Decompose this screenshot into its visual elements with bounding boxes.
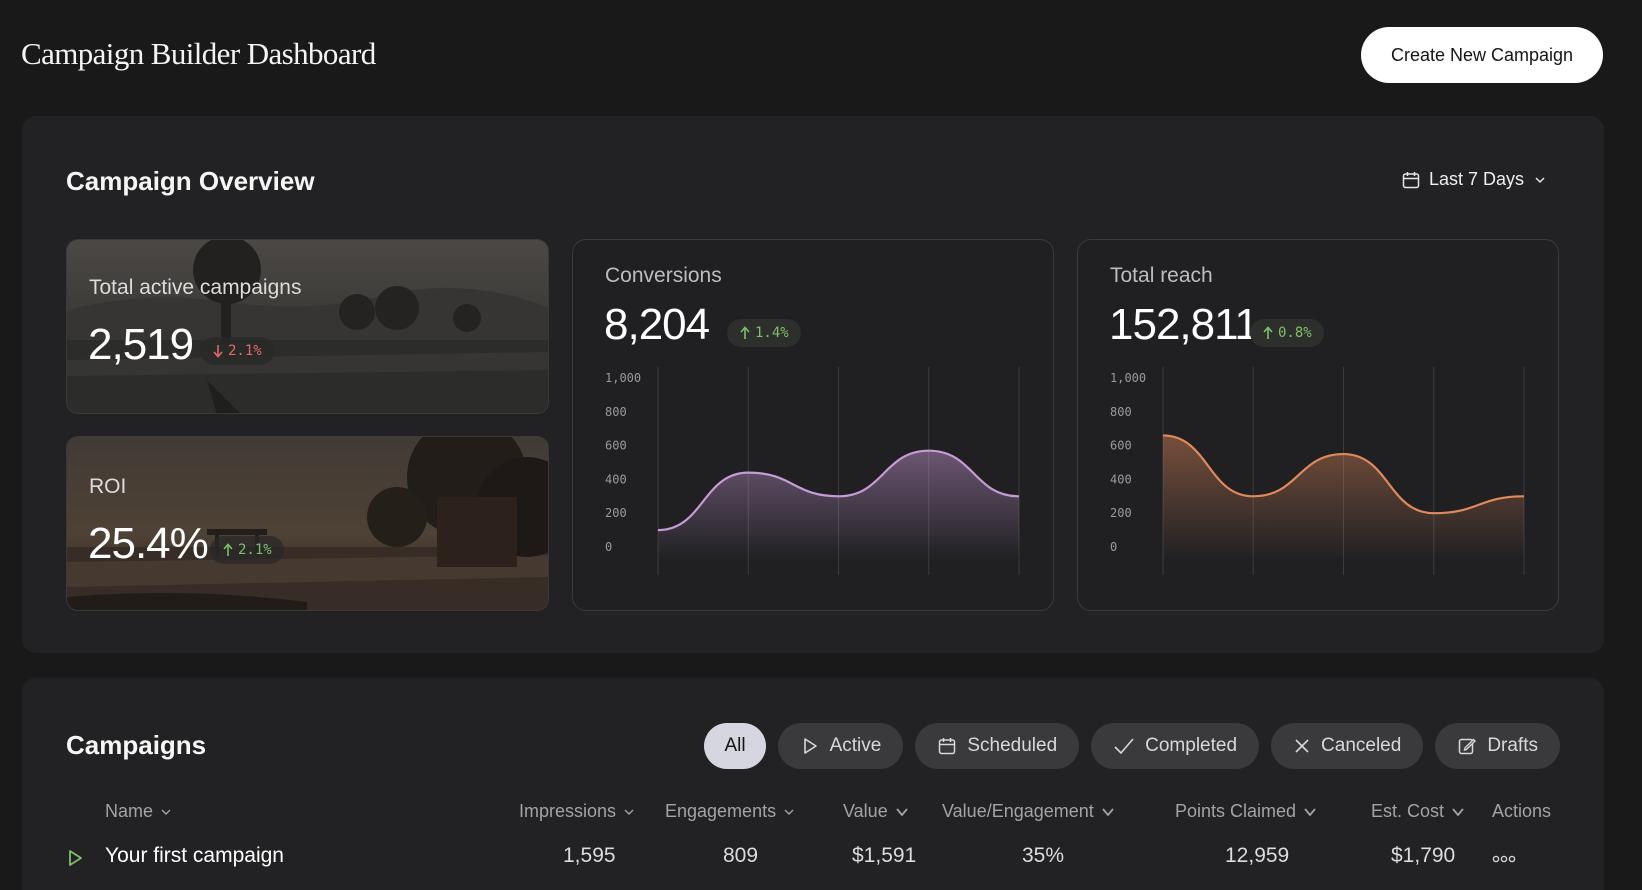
campaign-est-cost: $1,790: [1391, 844, 1456, 867]
column-header-engagements[interactable]: Engagements: [665, 801, 796, 822]
active-campaigns-label: Total active campaigns: [89, 276, 302, 299]
total-reach-chart: 1,000 800 600 400 200 0: [1110, 367, 1525, 575]
y-tick-label: 600: [605, 439, 627, 453]
filter-active[interactable]: Active: [777, 723, 904, 769]
filter-drafts[interactable]: Drafts: [1435, 723, 1560, 769]
y-tick-label: 400: [605, 472, 627, 486]
y-tick-label: 1,000: [605, 371, 641, 385]
column-header-est-cost[interactable]: Est. Cost: [1371, 801, 1466, 822]
filter-all[interactable]: All: [704, 723, 766, 769]
filter-all-label: All: [724, 735, 746, 756]
column-header-name[interactable]: Name: [105, 801, 173, 822]
filter-canceled-label: Canceled: [1321, 735, 1402, 756]
y-tick-label: 400: [1110, 472, 1132, 486]
more-icon[interactable]: [1492, 854, 1516, 864]
check-icon: [1114, 738, 1134, 755]
chevron-down-icon: [1102, 807, 1114, 816]
roi-change: 2.1%: [238, 542, 272, 558]
column-header-value[interactable]: Value: [843, 801, 910, 822]
roi-change-badge: 2.1%: [210, 536, 284, 564]
create-campaign-button[interactable]: Create New Campaign: [1361, 27, 1603, 83]
filter-active-label: Active: [829, 735, 882, 756]
y-tick-label: 200: [1110, 506, 1132, 520]
filter-canceled[interactable]: Canceled: [1271, 723, 1424, 769]
column-points-claimed-label: Points Claimed: [1175, 801, 1297, 821]
campaign-impressions: 1,595: [563, 844, 616, 867]
total-reach-card: Total reach 152,811 0.8% 1,000 800 600 400 2…: [1077, 239, 1559, 611]
active-campaigns-card: Total active campaigns 2,519 2.1%: [66, 239, 549, 414]
campaign-overview-panel: Campaign Overview Last 7 Days Total acti…: [22, 116, 1604, 653]
column-header-actions: Actions: [1492, 801, 1551, 822]
edit-icon: [1459, 738, 1477, 755]
calendar-icon: [1402, 171, 1420, 188]
column-header-value-per-engagement[interactable]: Value/Engagement: [942, 801, 1116, 822]
filter-completed-label: Completed: [1145, 735, 1238, 756]
column-actions-label: Actions: [1492, 801, 1552, 821]
chevron-down-icon: [784, 809, 794, 815]
column-value-per-engagement-label: Value/Engagement: [942, 801, 1094, 821]
calendar-icon: [939, 738, 956, 755]
chevron-down-icon: [161, 809, 171, 815]
filter-drafts-label: Drafts: [1487, 735, 1538, 756]
campaign-value-per-engagement: 35%: [1022, 844, 1065, 867]
y-tick-label: 0: [605, 540, 612, 554]
chevron-down-icon: [624, 809, 634, 815]
campaign-engagements: 809: [723, 844, 759, 867]
conversions-chart: 1,000 800 600 400 200 0: [605, 367, 1020, 575]
column-value-label: Value: [843, 801, 888, 821]
filter-scheduled-label: Scheduled: [967, 735, 1058, 756]
campaign-filter-chips: All Active Scheduled Completed Canceled …: [704, 723, 1560, 769]
y-tick-label: 800: [605, 405, 627, 419]
chevron-down-icon: [1452, 807, 1464, 816]
roi-card: ROI 25.4% 2.1%: [66, 436, 549, 611]
filter-completed[interactable]: Completed: [1091, 723, 1260, 769]
arrow-down-icon: [213, 345, 223, 358]
y-tick-label: 600: [1110, 439, 1132, 453]
campaigns-title: Campaigns: [66, 730, 207, 760]
campaign-name[interactable]: Your first campaign: [105, 844, 284, 868]
play-icon: [803, 738, 817, 754]
chevron-down-icon: [1535, 176, 1545, 183]
date-range-dropdown[interactable]: Last 7 Days: [1401, 169, 1548, 190]
y-tick-label: 0: [1110, 540, 1117, 554]
column-header-points-claimed[interactable]: Points Claimed: [1175, 801, 1318, 822]
column-est-cost-label: Est. Cost: [1371, 801, 1445, 821]
y-tick-label: 200: [605, 506, 627, 520]
roi-label: ROI: [89, 475, 127, 498]
chevron-down-icon: [1304, 807, 1316, 816]
column-impressions-label: Impressions: [519, 801, 617, 821]
chevron-down-icon: [896, 807, 908, 816]
campaigns-panel: Campaigns All Active Scheduled Completed: [22, 678, 1604, 890]
y-tick-label: 800: [1110, 405, 1132, 419]
x-icon: [1295, 739, 1309, 753]
active-campaigns-change-badge: 2.1%: [200, 337, 274, 365]
app-title: Campaign Builder Dashboard: [21, 36, 376, 71]
campaign-points-claimed: 12,959: [1225, 844, 1290, 867]
roi-value: 25.4%: [88, 519, 209, 568]
column-header-impressions[interactable]: Impressions: [519, 801, 636, 822]
column-engagements-label: Engagements: [665, 801, 777, 821]
column-name-label: Name: [105, 801, 154, 821]
active-campaigns-change: 2.1%: [228, 343, 262, 359]
arrow-up-icon: [223, 543, 233, 556]
conversions-card: Conversions 8,204 1.4% 1,000 800 600 400 200…: [572, 239, 1054, 611]
date-range-label: Last 7 Days: [1428, 169, 1524, 189]
active-campaigns-value: 2,519: [88, 320, 194, 369]
overview-title: Campaign Overview: [66, 166, 315, 196]
play-icon: [69, 850, 82, 866]
y-tick-label: 1,000: [1110, 371, 1146, 385]
filter-scheduled[interactable]: Scheduled: [915, 723, 1080, 769]
campaign-value: $1,591: [852, 844, 917, 867]
